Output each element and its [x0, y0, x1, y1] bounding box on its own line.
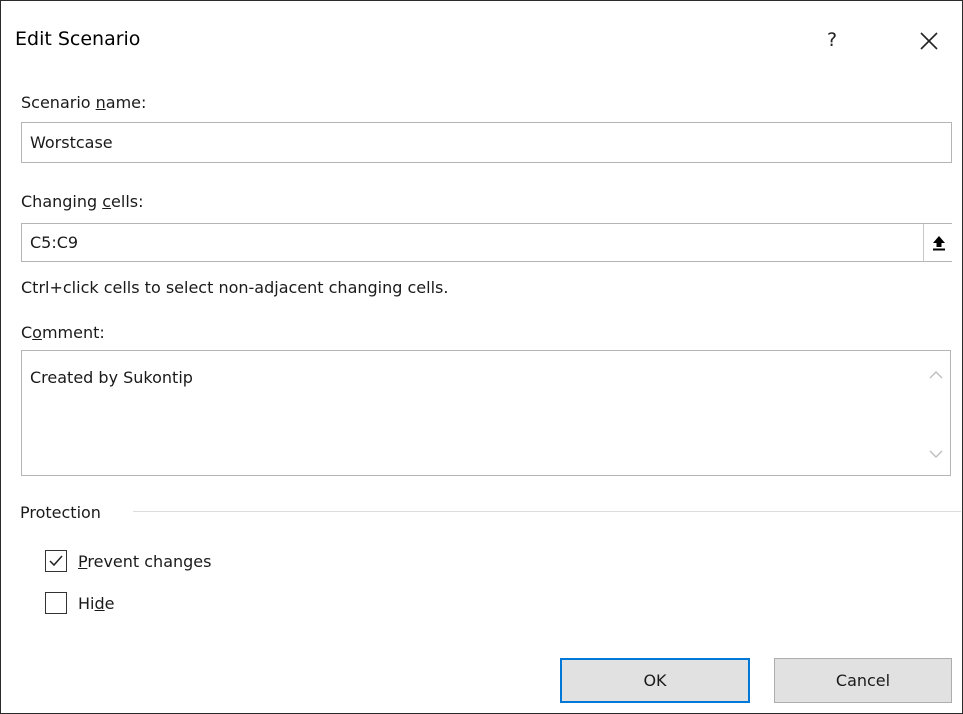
protection-group-label: Protection: [20, 503, 101, 522]
collapse-dialog-icon: [932, 235, 945, 250]
help-button[interactable]: ?: [807, 17, 857, 63]
comment-textarea[interactable]: Created by Sukontip: [21, 350, 951, 476]
scroll-down-button[interactable]: [929, 447, 943, 461]
changing-cells-label: Changing cells:: [21, 192, 144, 211]
help-icon: ?: [826, 29, 838, 51]
hide-checkbox[interactable]: [45, 592, 67, 614]
dialog-title: Edit Scenario: [15, 28, 141, 50]
hide-label: Hide: [78, 593, 115, 613]
protection-group-divider: [133, 511, 961, 512]
edit-scenario-dialog: Edit Scenario ? Scenario name: Worstcase…: [0, 0, 963, 714]
checkmark-icon: [49, 555, 63, 567]
changing-cells-value: C5:C9: [30, 233, 79, 252]
scenario-name-input[interactable]: Worstcase: [21, 122, 952, 163]
changing-cells-hint: Ctrl+click cells to select non-adjacent …: [21, 278, 449, 297]
changing-cells-input[interactable]: C5:C9: [21, 223, 952, 262]
comment-value: Created by Sukontip: [30, 368, 193, 387]
chevron-up-icon: [929, 371, 943, 379]
prevent-changes-checkbox[interactable]: [45, 550, 67, 572]
collapse-dialog-button[interactable]: [923, 224, 953, 261]
scenario-name-value: Worstcase: [30, 133, 113, 152]
close-button[interactable]: [907, 19, 951, 63]
close-icon: [920, 32, 938, 50]
cancel-button[interactable]: Cancel: [774, 658, 952, 703]
prevent-changes-checkbox-row[interactable]: Prevent changes: [45, 550, 211, 572]
comment-scrollbar[interactable]: [922, 351, 950, 475]
hide-checkbox-row[interactable]: Hide: [45, 592, 114, 614]
scenario-name-label: Scenario name:: [21, 93, 147, 112]
scroll-up-button[interactable]: [929, 368, 943, 382]
chevron-down-icon: [929, 450, 943, 458]
comment-label: Comment:: [21, 323, 105, 342]
ok-button[interactable]: OK: [560, 658, 750, 703]
prevent-changes-label: Prevent changes: [78, 551, 212, 571]
